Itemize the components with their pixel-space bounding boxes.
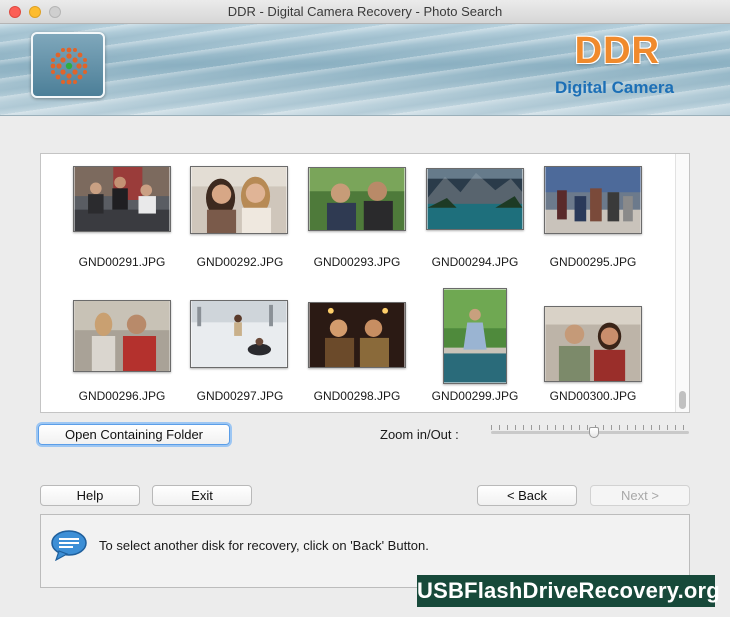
photo-filename: GND00297.JPG: [196, 389, 284, 403]
photo-filename: GND00298.JPG: [313, 389, 401, 403]
title-bar: DDR - Digital Camera Recovery - Photo Se…: [0, 0, 730, 24]
gallery-scrollbar[interactable]: [675, 154, 689, 412]
photo-thumbnail[interactable]: [73, 166, 171, 232]
photo-thumbnail[interactable]: [73, 300, 171, 372]
photo-thumbnail[interactable]: [190, 166, 288, 234]
photo-item[interactable]: GND00293.JPG: [298, 164, 416, 284]
photo-thumbnail[interactable]: [544, 306, 642, 382]
zoom-slider-knob[interactable]: [589, 427, 599, 438]
open-containing-folder-button[interactable]: Open Containing Folder: [38, 424, 230, 445]
photo-filename: GND00300.JPG: [549, 389, 637, 403]
photo-filename: GND00295.JPG: [549, 255, 637, 269]
website-watermark: USBFlashDriveRecovery.org: [417, 575, 720, 607]
photo-thumbnail[interactable]: [308, 167, 406, 231]
back-button[interactable]: < Back: [477, 485, 577, 506]
photo-item[interactable]: GND00291.JPG: [63, 164, 181, 284]
photo-thumbnail[interactable]: [443, 288, 507, 384]
photo-filename: GND00291.JPG: [78, 255, 166, 269]
next-button[interactable]: Next >: [590, 485, 690, 506]
photo-filename: GND00292.JPG: [196, 255, 284, 269]
photo-thumbnail[interactable]: [190, 300, 288, 368]
photo-thumbnail[interactable]: [308, 302, 406, 368]
window-title: DDR - Digital Camera Recovery - Photo Se…: [227, 4, 503, 19]
exit-button[interactable]: Exit: [152, 485, 252, 506]
photo-item[interactable]: GND00298.JPG: [298, 298, 416, 418]
info-message: To select another disk for recovery, cli…: [99, 538, 429, 553]
photo-item[interactable]: GND00296.JPG: [63, 298, 181, 418]
app-logo: [31, 32, 105, 98]
brand-name: DDR: [574, 30, 660, 72]
photo-thumbnail[interactable]: [544, 166, 642, 234]
photo-item[interactable]: GND00299.JPG: [416, 288, 534, 408]
photo-item[interactable]: GND00292.JPG: [181, 164, 299, 284]
brand-subtitle: Digital Camera: [554, 78, 674, 97]
photo-filename: GND00299.JPG: [431, 389, 519, 403]
photo-item[interactable]: GND00297.JPG: [181, 298, 299, 418]
header-banner: DDR Digital Camera: [0, 24, 730, 116]
photo-thumbnail[interactable]: [426, 168, 524, 230]
photo-item[interactable]: GND00294.JPG: [416, 164, 534, 284]
photo-filename: GND00294.JPG: [431, 255, 519, 269]
scrollbar-thumb[interactable]: [679, 391, 686, 409]
zoom-label: Zoom in/Out :: [380, 427, 459, 442]
speech-bubble-icon: [51, 530, 87, 561]
burst-logo-icon: [50, 47, 88, 85]
photo-item[interactable]: GND00300.JPG: [534, 298, 652, 418]
photo-gallery: GND00291.JPG GND00292.JPG GND00293.JPG G…: [40, 153, 690, 413]
zoom-slider[interactable]: [491, 425, 689, 441]
help-button[interactable]: Help: [40, 485, 140, 506]
photo-filename: GND00293.JPG: [313, 255, 401, 269]
photo-item[interactable]: GND00295.JPG: [534, 164, 652, 284]
photo-filename: GND00296.JPG: [78, 389, 166, 403]
